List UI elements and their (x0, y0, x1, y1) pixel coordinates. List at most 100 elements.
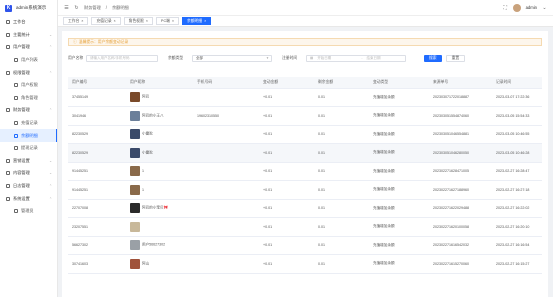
table-row[interactable]: 23207551 +0.01 0.01 充值增加余额 20230227162010005… (68, 217, 542, 237)
withdraw-icon (14, 146, 18, 151)
close-icon[interactable]: × (114, 19, 116, 23)
table-row[interactable]: 22707008 阿巴的小宝贝🎀 +0.01 0.01 充值增加余额 2023022716… (68, 199, 542, 218)
close-icon[interactable]: × (146, 19, 148, 23)
user-nickname: 阿巴的小宝贝🎀 (142, 205, 169, 210)
table-row[interactable]: 37455149 阿巴 +0.01 0.01 充值增加余额 202303071722018… (68, 88, 542, 107)
notice-text: 温馨提示：用户余额变动记录 (78, 39, 129, 44)
sidebar-item[interactable]: 用户管理 ⌃ (0, 41, 57, 54)
cell-remain: 0.01 (314, 88, 369, 107)
main-content: ⓘ 温馨提示：用户余额变动记录 用户名称 请输入用户名称/手机号码 余额类型 全… (62, 31, 548, 297)
sidebar-item-label: 用户管理 (13, 44, 30, 50)
cell-change: +0.01 (259, 143, 314, 163)
sidebar: K admin系统演示 工作台 主要统计 ⌄ 用户管理 ⌃ 用户列表 权限管理 ⌃ 用户权限 角色… (0, 0, 58, 297)
user-search-input[interactable]: 请输入用户名称/手机号码 (86, 54, 158, 62)
cell-type: 充值增加余额 (369, 106, 429, 126)
cell-remain: 0.01 (314, 106, 369, 126)
cell-time: 2023-03-05 10:46:28 (492, 143, 542, 163)
chevron-icon: ⌃ (49, 108, 52, 113)
breadcrumb-current: 余额明细 (111, 4, 129, 10)
tab-label: PC端 (160, 18, 170, 23)
sidebar-item-label: 余额明细 (21, 132, 38, 138)
app-logo[interactable]: K admin系统演示 (0, 0, 57, 16)
sidebar-item[interactable]: 主要统计 ⌄ (0, 29, 57, 42)
sidebar-item[interactable]: 充值记录 (0, 117, 57, 130)
balance-table: 用户编号 用户昵称 手机号码 变动金额 剩余金额 变动类型 来源单号 记录时间 3745514… (68, 77, 542, 274)
sidebar-item-label: 日志管理 (13, 183, 30, 189)
sidebar-item[interactable]: 内容管理 ⌄ (0, 167, 57, 180)
sidebar-item[interactable]: 日志管理 ⌃ (0, 180, 57, 193)
table-row[interactable]: 82230529 小雷驼 +0.01 0.01 充值增加余额 20230305104655… (68, 125, 542, 144)
sidebar-item-label: 财务管理 (13, 107, 30, 113)
reset-button[interactable]: 重置 (445, 54, 466, 62)
breadcrumb-parent[interactable]: 财务管理 (84, 5, 101, 11)
sidebar-item[interactable]: 营销设置 ⌄ (0, 155, 57, 168)
table-row[interactable]: 56627302 用户56627302 +0.01 0.01 充值增加余额 2023022… (68, 236, 542, 255)
cell-id: 37455149 (68, 88, 126, 107)
table-row[interactable]: 91445251 1 +0.01 0.01 充值增加余额 2023022716271889… (68, 180, 542, 200)
tab-label: 余额明细 (187, 18, 203, 23)
sidebar-item[interactable]: 管理员 (0, 205, 57, 218)
table-row[interactable]: 82230529 小雷驼 +0.01 0.01 充值增加余额 20230305104628… (68, 143, 542, 163)
tab-4[interactable]: 余额明细 × (182, 17, 212, 25)
fullscreen-icon[interactable]: ⛶ (503, 5, 508, 11)
cell-phone (193, 254, 259, 274)
sidebar-item[interactable]: 财务管理 ⌃ (0, 104, 57, 117)
tab-1[interactable]: 充值记录 × (91, 17, 121, 25)
cell-remain: 0.01 (314, 217, 369, 237)
sidebar-item[interactable]: 权限管理 ⌃ (0, 66, 57, 79)
avatar[interactable] (512, 3, 521, 12)
sidebar-item[interactable]: 用户权限 (0, 79, 57, 92)
tab-label: 角色权限 (128, 18, 144, 23)
tab-0[interactable]: 工作台 × (63, 17, 89, 25)
table-row[interactable]: 30741603 阿山 +0.01 0.01 充值增加余额 202302271615270… (68, 254, 542, 274)
sidebar-item[interactable]: 工作台 (0, 16, 57, 29)
menu-fold-icon[interactable]: ☰ (64, 5, 69, 11)
notice-banner: ⓘ 温馨提示：用户余额变动记录 (68, 38, 542, 46)
close-icon[interactable]: × (172, 19, 174, 23)
column-header: 记录时间 (492, 77, 542, 89)
user-avatar-thumb (130, 221, 140, 232)
cell-phone (193, 88, 259, 107)
chevron-icon: ⌄ (49, 171, 52, 176)
chevron-down-icon[interactable]: ⌄ (542, 5, 547, 11)
date-range-picker[interactable]: ▦ 开始日期 - 结束日期 (306, 54, 406, 62)
search-button[interactable]: 搜索 (424, 54, 442, 62)
tab-label: 工作台 (68, 18, 80, 23)
sidebar-item-label: 充值记录 (21, 120, 38, 126)
username[interactable]: admin (526, 5, 537, 10)
cell-time: 2023-02-27 16:16:54 (492, 236, 542, 255)
close-icon[interactable]: × (81, 19, 83, 23)
sidebar-item[interactable]: 系统设置 ⌃ (0, 192, 57, 205)
sidebar-item[interactable]: 角色管理 (0, 92, 57, 105)
breadcrumb-separator: / (105, 5, 107, 10)
sidebar-item[interactable]: 提现记录 (0, 142, 57, 155)
sidebar-item[interactable]: 余额明细 (0, 129, 57, 142)
tab-3[interactable]: PC端 × (155, 17, 180, 25)
cell-id: 23207551 (68, 217, 126, 237)
cell-order: 202302271628471005 (429, 162, 492, 181)
refresh-icon[interactable]: ↻ (74, 5, 79, 11)
chevron-icon: ⌃ (49, 184, 52, 189)
cell-change: +0.01 (259, 88, 314, 107)
cell-id: 22707008 (68, 199, 126, 218)
cell-change: +0.01 (259, 180, 314, 200)
tab-2[interactable]: 角色权限 × (123, 17, 153, 25)
cell-remain: 0.01 (314, 254, 369, 274)
sidebar-item-label: 管理员 (21, 208, 34, 214)
chevron-icon: ⌃ (49, 196, 52, 201)
type-select[interactable]: 全部 ▼ (192, 54, 272, 62)
tab-bar: 工作台 × 充值记录 × 角色权限 × PC端 × 余额明细 × (58, 16, 553, 27)
user-avatar-thumb (130, 184, 140, 195)
lock-icon (6, 70, 10, 75)
table-row[interactable]: 3041946 阿巴的小王八 19602310550 +0.01 0.01 充值增加余额 2… (68, 106, 542, 126)
cell-id: 56627302 (68, 236, 126, 255)
end-date-input[interactable]: 结束日期 (366, 56, 380, 61)
calendar-icon: ▦ (310, 56, 314, 60)
close-icon[interactable]: × (204, 19, 206, 23)
table-row[interactable]: 91445251 1 +0.01 0.01 充值增加余额 2023022716284710… (68, 162, 542, 181)
sidebar-item[interactable]: 用户列表 (0, 54, 57, 67)
start-date-input[interactable]: 开始日期 (317, 56, 357, 61)
user-avatar-thumb (130, 203, 140, 214)
balance-icon (14, 133, 18, 138)
cell-nick: 阿巴 (126, 88, 193, 107)
